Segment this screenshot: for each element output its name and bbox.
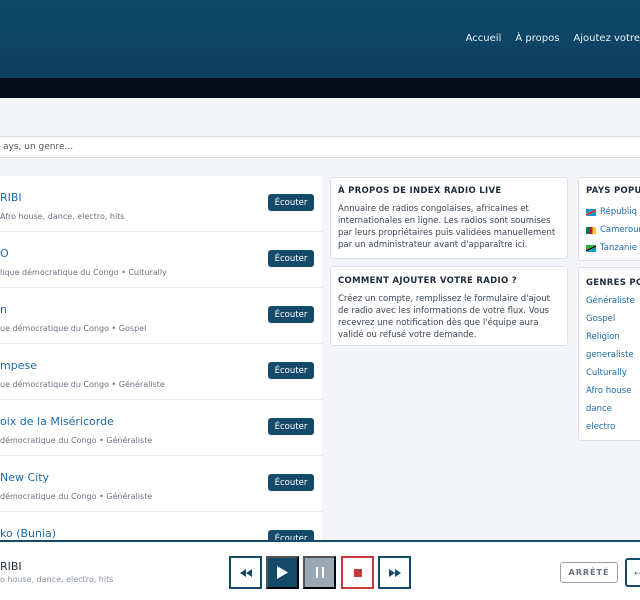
cameroon-flag-icon	[586, 226, 596, 234]
genre-link[interactable]: Généraliste	[586, 296, 640, 314]
listen-button[interactable]: Écouter	[268, 474, 314, 491]
station-name[interactable]: n	[0, 303, 7, 316]
header-dark-bar	[0, 78, 640, 98]
popular-countries-title: PAYS POPUL	[586, 186, 640, 196]
rewind-button[interactable]	[229, 556, 262, 589]
rewind-icon	[239, 568, 252, 577]
country-link-cameroon[interactable]: Cameroun	[586, 221, 640, 239]
about-text: Annuaire de radios congolaises, africain…	[338, 204, 556, 250]
station-row[interactable]: mpese ue démocratique du Congo • Général…	[0, 344, 322, 400]
listen-button[interactable]: Écouter	[268, 250, 314, 267]
stop-icon	[353, 568, 362, 577]
genre-link[interactable]: generaliste	[586, 350, 640, 368]
station-name[interactable]: oix de la Miséricorde	[0, 415, 114, 428]
nav-home-link[interactable]: Accueil	[466, 33, 502, 44]
genre-link[interactable]: electro	[586, 422, 640, 440]
nav-add-radio-link[interactable]: Ajoutez votre	[573, 33, 640, 44]
pause-icon	[315, 567, 324, 578]
station-meta: démocratique du Congo • Généraliste	[0, 492, 153, 501]
listen-button[interactable]: Écouter	[268, 306, 314, 323]
station-meta: lique démocratique du Congo • Culturally	[0, 268, 167, 277]
listen-button[interactable]: Écouter	[268, 418, 314, 435]
station-meta: démocratique du Congo • Généraliste	[0, 436, 153, 445]
popular-genres-title: GENRES PO	[586, 278, 640, 288]
nav-about-link[interactable]: À propos	[515, 33, 559, 44]
station-meta: Afro house, dance, electro, hits	[0, 212, 125, 221]
station-name[interactable]: RIBI	[0, 191, 22, 204]
country-label: Républiq	[600, 207, 638, 217]
fast-forward-button[interactable]	[378, 556, 411, 589]
station-name[interactable]: O	[0, 247, 9, 260]
station-name[interactable]: New City	[0, 471, 49, 484]
site-header: Accueil À propos Ajoutez votre	[0, 0, 640, 78]
stop-button[interactable]	[341, 556, 374, 589]
how-to-add-title: COMMENT AJOUTER VOTRE RADIO ?	[338, 276, 517, 286]
station-name[interactable]: mpese	[0, 359, 37, 372]
about-panel: À PROPOS DE INDEX RADIO LIVE Annuaire de…	[330, 177, 568, 259]
now-playing-meta: o house, dance, electro, hits	[0, 575, 114, 584]
station-row[interactable]: O lique démocratique du Congo • Cultural…	[0, 232, 322, 288]
listen-button[interactable]: Écouter	[268, 530, 314, 540]
pause-button[interactable]	[303, 556, 336, 589]
drc-flag-icon	[586, 208, 596, 216]
audio-player: RIBI o house, dance, electro, hits ARRÊT…	[0, 540, 640, 600]
fast-forward-icon	[388, 568, 401, 577]
listen-button[interactable]: Écouter	[268, 194, 314, 211]
station-meta: ue démocratique du Congo • Généraliste	[0, 380, 165, 389]
search-section	[0, 98, 640, 176]
about-title: À PROPOS DE INDEX RADIO LIVE	[338, 186, 502, 196]
station-meta: ue démocratique du Congo • Gospel	[0, 324, 147, 333]
search-input[interactable]	[0, 136, 640, 158]
now-playing-name: RIBI	[0, 560, 22, 573]
station-row[interactable]: RIBI Afro house, dance, electro, hits Éc…	[0, 176, 322, 232]
listen-button[interactable]: Écouter	[268, 362, 314, 379]
arrow-left-icon: ←	[632, 564, 640, 578]
station-row[interactable]: n ue démocratique du Congo • Gospel Écou…	[0, 288, 322, 344]
station-list: RIBI Afro house, dance, electro, hits Éc…	[0, 176, 322, 540]
station-row[interactable]: oix de la Miséricorde démocratique du Co…	[0, 400, 322, 456]
popular-countries-panel: PAYS POPUL Républiq Cameroun Tanzanie	[578, 177, 640, 261]
country-label: Tanzanie	[600, 243, 638, 253]
player-status-badge: ARRÊTÉ	[560, 562, 618, 583]
genre-link[interactable]: Gospel	[586, 314, 640, 332]
how-to-add-panel: COMMENT AJOUTER VOTRE RADIO ? Créez un c…	[330, 266, 568, 346]
main-nav: Accueil À propos Ajoutez votre	[452, 33, 640, 44]
genre-link[interactable]: dance	[586, 404, 640, 422]
play-icon	[277, 566, 288, 579]
genre-link[interactable]: Afro house	[586, 386, 640, 404]
popular-genres-panel: GENRES PO Généraliste Gospel Religion ge…	[578, 267, 640, 441]
genre-link[interactable]: Culturally	[586, 368, 640, 386]
country-link-drc[interactable]: Républiq	[586, 203, 640, 221]
tanzania-flag-icon	[586, 244, 596, 252]
station-row[interactable]: ko (Bunia) Écouter	[0, 512, 322, 540]
station-name[interactable]: ko (Bunia)	[0, 527, 56, 540]
how-to-add-text: Créez un compte, remplissez le formulair…	[338, 294, 550, 340]
genre-link[interactable]: Religion	[586, 332, 640, 350]
country-link-tanzania[interactable]: Tanzanie	[586, 239, 640, 257]
volume-button[interactable]: ←	[625, 558, 640, 587]
country-label: Cameroun	[600, 225, 640, 235]
play-button[interactable]	[266, 556, 299, 589]
station-row[interactable]: New City démocratique du Congo • Général…	[0, 456, 322, 512]
